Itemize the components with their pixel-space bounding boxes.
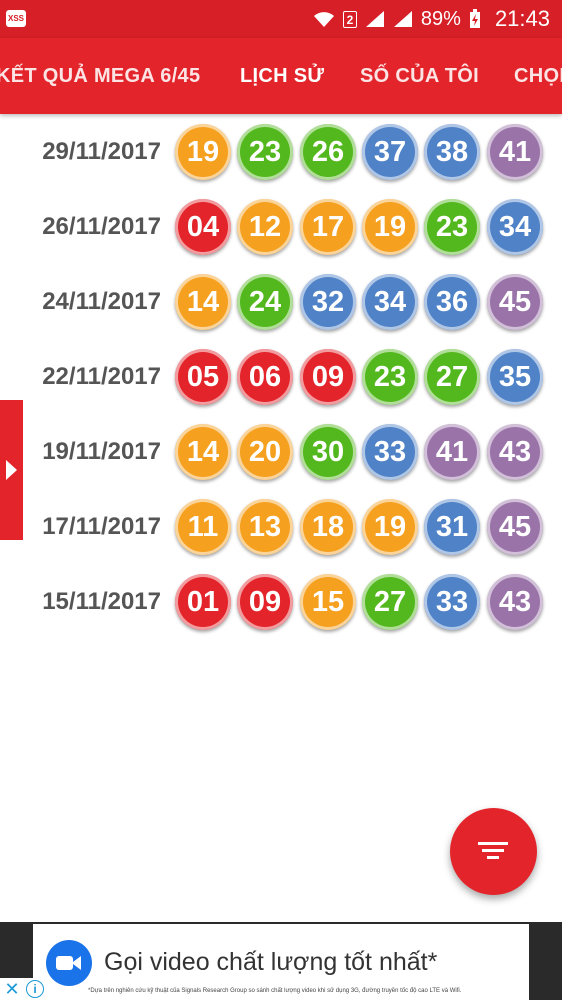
number-ball: 14 [175,274,231,330]
result-row[interactable]: 26/11/2017 04 12 17 19 23 34 [0,193,562,268]
number-ball: 19 [362,499,418,555]
number-ball: 12 [237,199,293,255]
draw-date: 22/11/2017 [42,363,161,390]
number-ball: 38 [424,124,480,180]
number-ball: 43 [487,424,543,480]
info-icon[interactable]: i [26,980,44,998]
tab-pick[interactable]: CHỌN [514,38,562,114]
number-ball: 15 [300,574,356,630]
number-ball: 36 [424,274,480,330]
number-ball: 18 [300,499,356,555]
draw-date: 24/11/2017 [42,288,161,315]
number-ball: 27 [362,574,418,630]
ad-banner[interactable]: Gọi video chất lượng tốt nhất* *Dựa trên… [0,922,562,1000]
number-ball: 43 [487,574,543,630]
result-row[interactable]: 15/11/2017 01 09 15 27 33 43 [0,568,562,643]
number-ball: 05 [175,349,231,405]
app-icon: XSS [6,10,26,27]
sort-icon [478,842,508,859]
number-ball: 13 [237,499,293,555]
number-ball: 26 [300,124,356,180]
tab-results[interactable]: KẾT QUẢ MEGA 6/45 [0,38,200,114]
wifi-icon [313,10,335,28]
number-ball: 37 [362,124,418,180]
signal-icon [393,10,413,28]
number-ball: 19 [362,199,418,255]
number-ball: 32 [300,274,356,330]
result-row[interactable]: 22/11/2017 05 06 09 23 27 35 [0,343,562,418]
number-ball: 14 [175,424,231,480]
number-ball: 17 [300,199,356,255]
number-ball: 45 [487,274,543,330]
result-row[interactable]: 29/11/2017 19 23 26 37 38 41 [0,118,562,193]
draw-date: 15/11/2017 [42,588,161,615]
draw-date: 17/11/2017 [42,513,161,540]
clock: 21:43 [494,6,550,31]
close-icon[interactable]: ✕ [2,978,22,1000]
tab-my-numbers[interactable]: SỐ CỦA TÔI [360,38,479,114]
number-ball: 11 [175,499,231,555]
number-ball: 01 [175,574,231,630]
number-ball: 34 [487,199,543,255]
number-ball: 34 [362,274,418,330]
number-ball: 19 [175,124,231,180]
tab-history[interactable]: LỊCH SỬ [240,38,324,114]
number-ball: 24 [237,274,293,330]
result-row[interactable]: 17/11/2017 11 13 18 19 31 45 [0,493,562,568]
sim-icon: 2 [342,10,357,28]
number-ball: 23 [362,349,418,405]
number-ball: 35 [487,349,543,405]
number-ball: 06 [237,349,293,405]
sort-button[interactable] [450,808,537,895]
tab-bar: KẾT QUẢ MEGA 6/45 LỊCH SỬ SỐ CỦA TÔI CHỌ… [0,38,562,114]
battery-percent: 89% [420,7,461,30]
signal-icon [365,10,385,28]
ad-title[interactable]: Gọi video chất lượng tốt nhất* [104,948,437,977]
battery-icon [469,9,481,29]
ad-choices[interactable]: ✕ i [0,978,48,1000]
ad-content[interactable]: Gọi video chất lượng tốt nhất* *Dựa trên… [33,924,529,1000]
number-ball: 41 [487,124,543,180]
drawer-toggle[interactable] [0,400,23,540]
draw-date: 26/11/2017 [42,213,161,240]
number-ball: 45 [487,499,543,555]
duo-video-icon [46,940,92,986]
number-ball: 23 [424,199,480,255]
number-ball: 30 [300,424,356,480]
number-ball: 33 [362,424,418,480]
result-row[interactable]: 24/11/2017 14 24 32 34 36 45 [0,268,562,343]
number-ball: 04 [175,199,231,255]
number-ball: 20 [237,424,293,480]
result-row[interactable]: 19/11/2017 14 20 30 33 41 43 [0,418,562,493]
chevron-right-icon [6,460,17,480]
ad-fine-print: *Dựa trên nghiên cứu kỹ thuật của Signal… [88,988,462,994]
number-ball: 41 [424,424,480,480]
number-ball: 31 [424,499,480,555]
number-ball: 23 [237,124,293,180]
status-bar: XSS 2 89% 21:43 [0,0,562,38]
number-ball: 09 [237,574,293,630]
number-ball: 33 [424,574,480,630]
draw-date: 29/11/2017 [42,138,161,165]
number-ball: 27 [424,349,480,405]
number-ball: 09 [300,349,356,405]
draw-date: 19/11/2017 [42,438,161,465]
